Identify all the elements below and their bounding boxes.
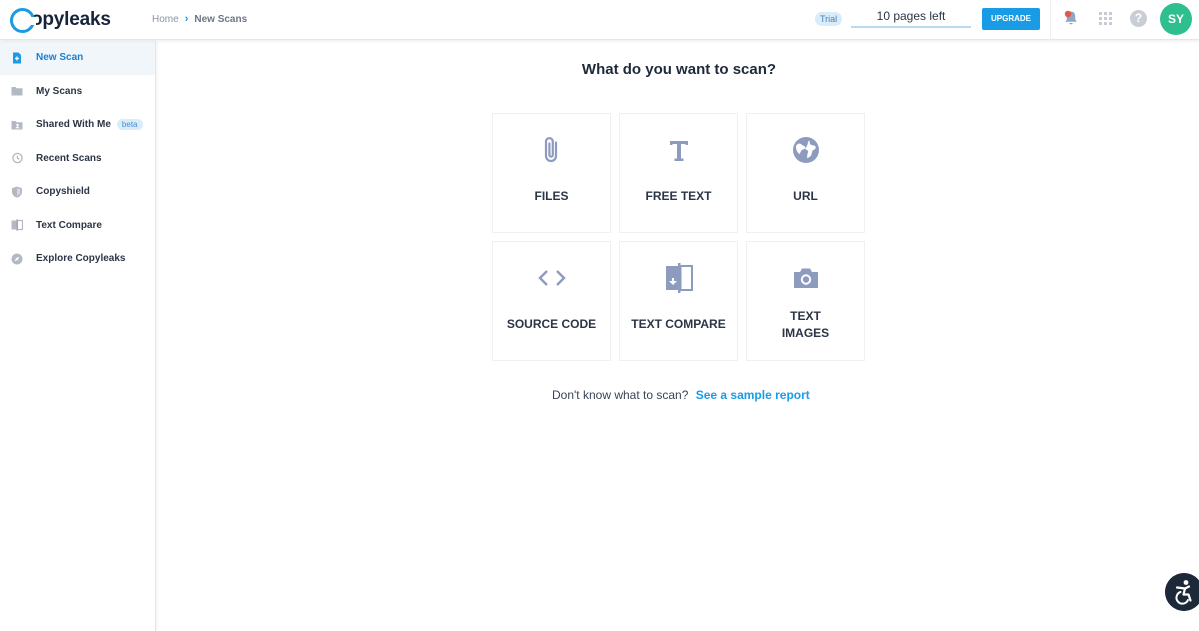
breadcrumb-separator: › xyxy=(184,13,189,25)
help-icon[interactable]: ? xyxy=(1130,10,1147,27)
sidebar-item-explore-copyleaks[interactable]: Explore Copyleaks xyxy=(0,242,155,276)
sidebar-item-label: New Scan xyxy=(36,52,84,64)
tile-source-code[interactable]: SOURCE CODE xyxy=(492,241,611,361)
sidebar-item-my-scans[interactable]: My Scans xyxy=(0,75,155,109)
sidebar-item-label: Explore Copyleaks xyxy=(36,253,126,265)
shield-icon xyxy=(12,186,22,198)
sidebar-item-copyshield[interactable]: Copyshield xyxy=(0,175,155,209)
sidebar-item-text-compare[interactable]: Text Compare xyxy=(0,209,155,243)
tile-text-images[interactable]: TEXT IMAGES xyxy=(746,241,865,361)
page-title: What do you want to scan? xyxy=(581,61,777,78)
upgrade-button[interactable]: UPGRADE xyxy=(982,8,1040,30)
tile-label-line1: TEXT xyxy=(790,309,821,323)
text-t-icon xyxy=(669,141,688,161)
tile-label: URL xyxy=(793,189,818,203)
sidebar-item-label: Text Compare xyxy=(36,219,102,231)
tile-text-compare[interactable]: TEXT COMPARE xyxy=(619,241,738,361)
sample-prompt-text: Don't know what to scan? xyxy=(552,388,689,402)
header-divider xyxy=(1050,0,1051,40)
sidebar-item-label: Copyshield xyxy=(36,186,90,198)
pages-left-counter: 10 pages left xyxy=(851,8,971,28)
sidebar-item-label: Shared With Me xyxy=(36,119,111,131)
compare-icon xyxy=(11,219,23,232)
user-avatar[interactable]: SY xyxy=(1160,3,1192,35)
copyleaks-logo[interactable]: opyleaks xyxy=(10,6,111,34)
history-icon xyxy=(12,153,23,164)
code-brackets-icon xyxy=(537,270,566,286)
sample-report-prompt: Don't know what to scan? See a sample re… xyxy=(552,388,810,402)
sample-report-link[interactable]: See a sample report xyxy=(696,388,810,402)
scan-type-grid: FILES FREE TEXT URL SOURCE CODE TEXT COM… xyxy=(492,113,865,362)
sidebar-item-recent-scans[interactable]: Recent Scans xyxy=(0,142,155,176)
folder-icon xyxy=(11,87,23,96)
new-file-icon xyxy=(13,52,21,64)
sidebar-item-label: My Scans xyxy=(36,85,83,97)
tile-label: TEXT COMPARE xyxy=(631,317,726,331)
logo-text: opyleaks xyxy=(31,9,111,30)
sidebar-item-shared-with-me[interactable]: Shared With Me beta xyxy=(0,108,155,142)
breadcrumb-current: New Scans xyxy=(194,13,248,25)
breadcrumb: Home › New Scans xyxy=(152,13,247,25)
sidebar-item-new-scan[interactable]: New Scan xyxy=(0,41,155,75)
sidebar-item-label: Recent Scans xyxy=(36,152,102,164)
globe-icon xyxy=(792,137,819,163)
tile-url[interactable]: URL xyxy=(746,113,865,233)
sidebar: New Scan My Scans Shared With Me beta Re… xyxy=(0,41,156,631)
tile-free-text[interactable]: FREE TEXT xyxy=(619,113,738,233)
logo-c-icon xyxy=(10,7,36,33)
trial-badge: Trial xyxy=(815,12,843,26)
notification-bell-icon[interactable] xyxy=(1062,9,1080,27)
tile-label: FREE TEXT xyxy=(645,189,712,203)
tile-label: FILES xyxy=(534,189,569,203)
paperclip-icon xyxy=(544,137,557,163)
tile-label: SOURCE CODE xyxy=(506,317,597,331)
accessibility-icon[interactable] xyxy=(1165,573,1199,611)
camera-icon xyxy=(793,268,818,288)
compare-icon xyxy=(665,263,693,293)
shared-folder-icon xyxy=(11,120,23,130)
apps-grid-icon[interactable] xyxy=(1099,12,1112,25)
beta-badge: beta xyxy=(116,119,143,131)
top-header: opyleaks Home › New Scans Trial 10 pages… xyxy=(0,0,1199,40)
tile-files[interactable]: FILES xyxy=(492,113,611,233)
breadcrumb-home[interactable]: Home xyxy=(152,14,179,25)
tile-label-line2: IMAGES xyxy=(781,326,830,340)
tile-label: TEXT IMAGES xyxy=(747,308,864,342)
compass-icon xyxy=(11,253,23,265)
